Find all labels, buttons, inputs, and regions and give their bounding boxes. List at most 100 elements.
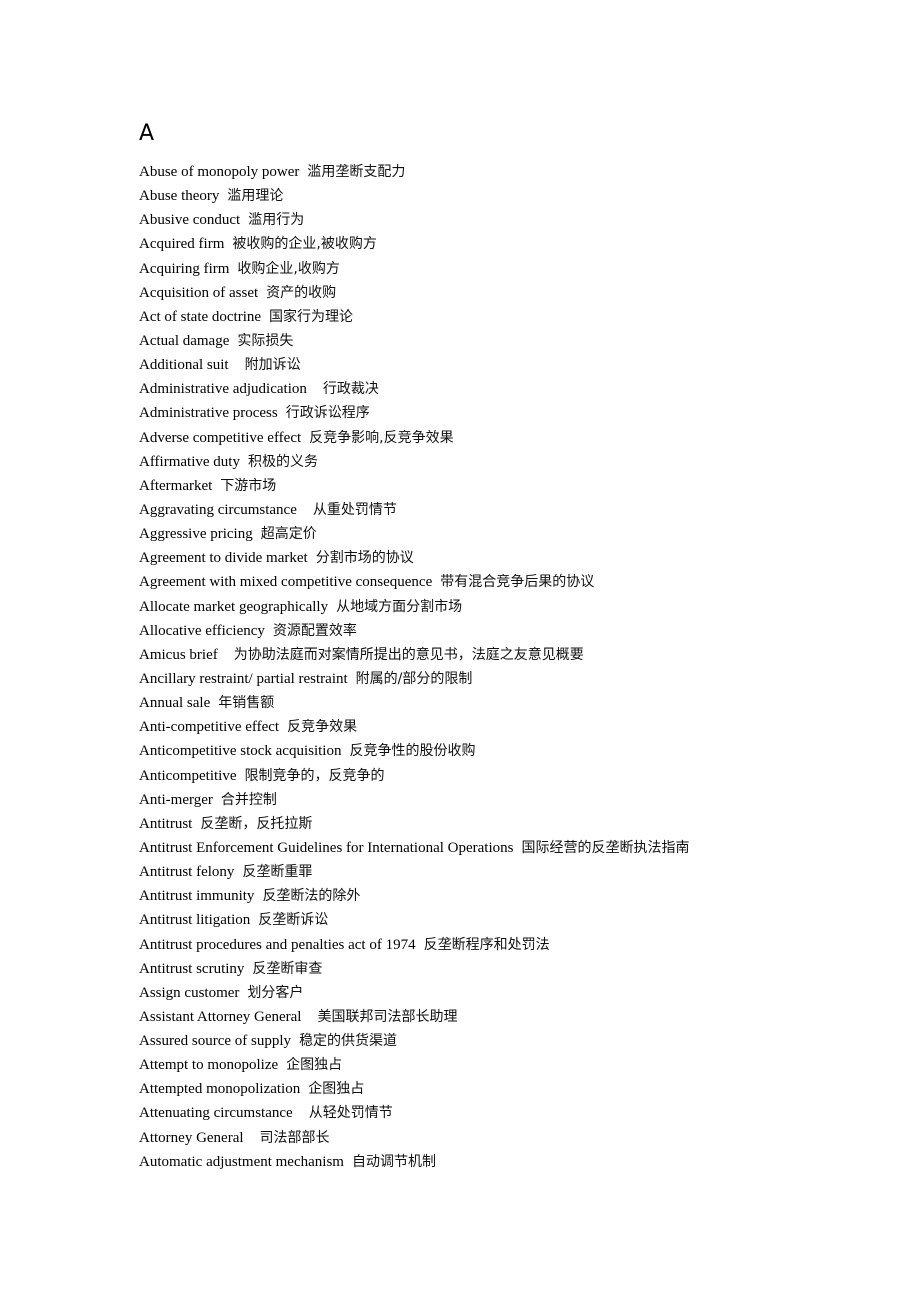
entry-term: Attorney General [139, 1129, 244, 1146]
entry-term: Acquiring firm [139, 260, 230, 277]
entry-translation: 合并控制 [220, 791, 277, 808]
entry-term: Antitrust [139, 815, 193, 832]
entry-term: Administrative adjudication [139, 381, 307, 398]
glossary-entry: Antitrust litigation 反垄断诉讼 [139, 908, 689, 932]
glossary-entry: Adverse competitive effect 反竞争影响,反竞争效果 [139, 426, 689, 450]
entry-translation: 滥用行为 [248, 212, 305, 229]
glossary-entry: Attempted monopolization 企图独占 [139, 1077, 689, 1101]
entry-translation: 为协助法庭而对案情所提出的意见书，法庭之友意见概要 [233, 646, 584, 663]
entry-term: Antitrust Enforcement Guidelines for Int… [139, 839, 514, 856]
entry-term: Acquired firm [139, 236, 225, 253]
glossary-entry: Attempt to monopolize 企图独占 [139, 1053, 689, 1077]
entry-term: Aftermarket [139, 477, 213, 494]
glossary-entry: Assured source of supply 稳定的供货渠道 [139, 1029, 689, 1053]
entry-term: Annual sale [139, 695, 211, 712]
entry-term: Antitrust felony [139, 864, 235, 881]
entry-translation: 被收购的企业,被收购方 [232, 236, 377, 253]
entry-translation: 企图独占 [286, 1057, 343, 1074]
glossary-entry: Anticompetitive stock acquisition 反竞争性的股份… [139, 739, 689, 763]
entry-term: Antitrust procedures and penalties act o… [139, 936, 416, 953]
glossary-entry: Act of state doctrine 国家行为理论 [139, 305, 689, 329]
entry-term: Anti-merger [139, 791, 213, 808]
entry-term: Affirmative duty [139, 453, 240, 470]
entry-term: Abusive conduct [139, 212, 241, 229]
entry-translation: 反垄断，反托拉斯 [200, 815, 313, 832]
entry-term: Antitrust scrutiny [139, 960, 245, 977]
entry-translation: 从轻处罚情节 [308, 1105, 393, 1122]
glossary-entry: Antitrust 反垄断，反托拉斯 [139, 812, 689, 836]
entry-translation: 稳定的供货渠道 [299, 1033, 398, 1050]
entry-translation: 从地域方面分割市场 [336, 598, 463, 615]
glossary-entry: Anticompetitive 限制竞争的，反竞争的 [139, 764, 689, 788]
glossary-entry: Additional suit 附加诉讼 [139, 353, 689, 377]
entry-translation: 司法部部长 [259, 1129, 330, 1146]
entry-term: Automatic adjustment mechanism [139, 1153, 344, 1170]
entry-term: Abuse theory [139, 188, 220, 205]
entry-translation: 分割市场的协议 [315, 550, 414, 567]
entry-term: Abuse of monopoly power [139, 164, 300, 180]
glossary-entry: Attenuating circumstance 从轻处罚情节 [139, 1101, 689, 1125]
entry-term: Actual damage [139, 332, 230, 349]
glossary-entry: Automatic adjustment mechanism 自动调节机制 [139, 1150, 689, 1174]
glossary-entry: Antitrust procedures and penalties act o… [139, 933, 689, 957]
glossary-entry: Aftermarket 下游市场 [139, 474, 689, 498]
entry-term: Allocate market geographically [139, 598, 329, 615]
entry-term: Antitrust immunity [139, 888, 255, 905]
glossary-entry: Aggressive pricing 超高定价 [139, 522, 689, 546]
glossary-entry: Antitrust scrutiny 反垄断审查 [139, 957, 689, 981]
glossary-entry: Assistant Attorney General 美国联邦司法部长助理 [139, 1005, 689, 1029]
entry-term: Ancillary restraint/ partial restraint [139, 670, 348, 687]
entry-translation: 反垄断审查 [252, 960, 323, 977]
glossary-entry: Abusive conduct 滥用行为 [139, 208, 689, 232]
section-letter-heading: A [139, 121, 155, 146]
entry-translation: 反垄断程序和处罚法 [423, 936, 550, 953]
entry-term: Attempt to monopolize [139, 1057, 279, 1074]
glossary-entry: Acquired firm 被收购的企业,被收购方 [139, 232, 689, 256]
entry-translation: 收购企业,收购方 [237, 260, 340, 277]
glossary-entry: Anti-competitive effect 反竞争效果 [139, 715, 689, 739]
entry-term: Amicus brief [139, 646, 218, 663]
glossary-entry: Amicus brief 为协助法庭而对案情所提出的意见书，法庭之友意见概要 [139, 643, 689, 667]
document-page: A Abuse of monopoly power 滥用垄断支配力 Abuse th… [0, 0, 920, 1302]
entry-term: Agreement with mixed competitive consequ… [139, 574, 433, 591]
glossary-entry: Allocative efficiency 资源配置效率 [139, 619, 689, 643]
entry-translation: 附属的/部分的限制 [355, 670, 473, 687]
glossary-entry: Administrative adjudication 行政裁决 [139, 377, 689, 401]
glossary-entry: Actual damage 实际损失 [139, 329, 689, 353]
glossary-entry: Aggravating circumstance 从重处罚情节 [139, 498, 689, 522]
entry-term: Antitrust litigation [139, 912, 251, 929]
glossary-entry: Assign customer 划分客户 [139, 981, 689, 1005]
entry-term: Attenuating circumstance [139, 1105, 293, 1122]
glossary-entry: Abuse theory 滥用理论 [139, 184, 689, 208]
glossary-entry: Antitrust immunity 反垄断法的除外 [139, 884, 689, 908]
entry-translation: 自动调节机制 [351, 1153, 436, 1170]
glossary-entry: Agreement with mixed competitive consequ… [139, 570, 689, 594]
entry-translation: 反竞争效果 [287, 719, 358, 736]
entry-translation: 资产的收购 [266, 284, 337, 301]
entry-translation: 反垄断诉讼 [258, 912, 329, 929]
entry-term: Adverse competitive effect [139, 429, 302, 446]
entry-translation: 积极的义务 [247, 453, 318, 470]
entry-translation: 反竞争性的股份收购 [349, 743, 476, 760]
glossary-entry: Agreement to divide market 分割市场的协议 [139, 546, 689, 570]
glossary-entry: Acquiring firm 收购企业,收购方 [139, 257, 689, 281]
entry-term: Assured source of supply [139, 1033, 292, 1050]
glossary-entry: Abuse of monopoly power 滥用垄断支配力 [139, 160, 689, 184]
glossary-entry: Annual sale 年销售额 [139, 691, 689, 715]
glossary-entry: Administrative process 行政诉讼程序 [139, 401, 689, 425]
entry-translation: 国家行为理论 [269, 308, 354, 325]
glossary-entry: Antitrust felony 反垄断重罪 [139, 860, 689, 884]
entry-translation: 滥用垄断支配力 [307, 164, 406, 180]
glossary-entry: Ancillary restraint/ partial restraint 附属… [139, 667, 689, 691]
entry-translation: 反垄断法的除外 [262, 888, 361, 905]
entry-term: Additional suit [139, 357, 229, 374]
glossary-entry: Affirmative duty 积极的义务 [139, 450, 689, 474]
entry-translation: 超高定价 [260, 526, 317, 543]
entry-translation: 划分客户 [247, 984, 304, 1001]
entry-translation: 反竞争影响,反竞争效果 [309, 429, 454, 446]
entry-translation: 资源配置效率 [272, 622, 357, 639]
entry-term: Agreement to divide market [139, 550, 308, 567]
entry-translation: 美国联邦司法部长助理 [317, 1008, 458, 1025]
entry-term: Aggressive pricing [139, 526, 253, 543]
entry-translation: 从重处罚情节 [312, 501, 397, 518]
